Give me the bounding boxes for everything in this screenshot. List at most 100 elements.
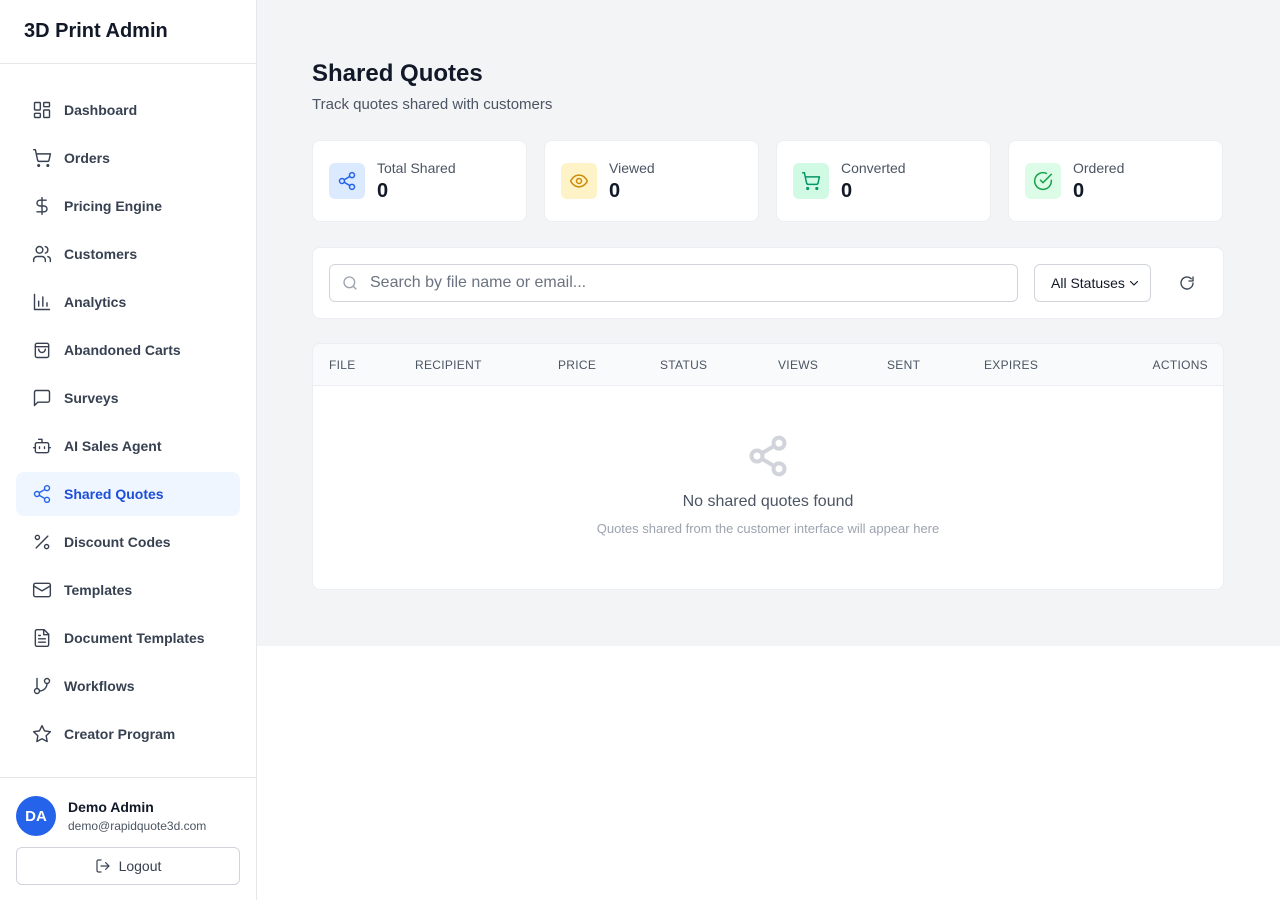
stat-card-converted: Converted 0 [776,140,991,222]
column-header-status[interactable]: STATUS [660,358,707,372]
sidebar-item-abandoned-carts[interactable]: Abandoned Carts [16,328,240,372]
message-square-icon [33,389,51,407]
page-title: Shared Quotes [312,60,483,87]
empty-state-title: No shared quotes found [682,493,854,510]
stat-text: Ordered 0 [1073,160,1124,203]
column-header-actions: ACTIONS [1152,358,1208,372]
column-header-file[interactable]: FILE [329,358,356,372]
sidebar-item-label: Orders [64,150,110,166]
sidebar-item-shared-quotes[interactable]: Shared Quotes [16,472,240,516]
stat-icon-wrap [561,163,597,199]
logout-button[interactable]: Logout [16,847,240,885]
sidebar-item-templates[interactable]: Templates [16,568,240,612]
bot-icon [32,438,52,454]
stat-text: Viewed 0 [609,160,655,203]
status-select-value: All Statuses [1051,275,1125,291]
sidebar-item-label: Customers [64,246,138,262]
sidebar-item-label: Discount Codes [64,534,171,550]
sidebar-item-creator-program[interactable]: Creator Program [16,712,240,756]
cart-icon [801,171,821,191]
column-header-price[interactable]: PRICE [558,358,596,372]
refresh-icon [1180,276,1194,290]
sidebar-item-dashboard[interactable]: Dashboard [16,88,240,132]
sidebar-item-workflows[interactable]: Workflows [16,664,240,708]
sidebar-item-label: Workflows [64,678,135,694]
filter-bar: All Statuses [312,247,1224,319]
sidebar-item-document-templates[interactable]: Document Templates [16,616,240,660]
stat-icon-wrap [1025,163,1061,199]
status-filter-select[interactable]: All Statuses [1034,264,1151,302]
sidebar-item-ai-sales-agent[interactable]: AI Sales Agent [16,424,240,468]
mail-icon [32,582,52,598]
sidebar-item-label: Dashboard [64,102,138,118]
chevron-down-icon [1129,280,1139,286]
column-header-expires[interactable]: EXPIRES [984,358,1038,372]
sidebar-item-surveys[interactable]: Surveys [16,376,240,420]
check-circle-icon [1033,171,1053,190]
user-panel: DA Demo Admin demo@rapidquote3d.com Logo… [0,777,256,885]
empty-state: No shared quotes found Quotes shared fro… [313,386,1223,536]
stats-row: Total Shared 0 Viewed 0 Converted 0 Orde… [312,140,1224,222]
stat-value: 0 [609,179,621,202]
column-header-recipient[interactable]: RECIPIENT [415,358,482,372]
stat-label: Converted [841,159,906,176]
sidebar: 3D Print Admin Dashboard Orders Pricing … [0,0,257,900]
search-icon [343,276,357,290]
stat-icon-wrap [793,163,829,199]
stat-value: 0 [377,179,389,202]
stat-label: Viewed [609,159,655,176]
user-info: DA Demo Admin demo@rapidquote3d.com [16,796,240,836]
column-header-views[interactable]: VIEWS [778,358,818,372]
sidebar-item-label: Pricing Engine [64,198,163,214]
file-text-icon [34,628,50,648]
user-details: Demo Admin demo@rapidquote3d.com [68,799,206,833]
share-icon [749,435,787,477]
sidebar-item-label: Analytics [64,294,127,310]
app-title: 3D Print Admin [0,0,256,64]
refresh-button[interactable] [1175,271,1199,295]
sidebar-item-pricing-engine[interactable]: Pricing Engine [16,184,240,228]
stat-value: 0 [1073,179,1085,202]
search-input[interactable] [330,265,1017,301]
eye-icon [569,174,589,188]
main-content: Shared Quotes Track quotes shared with c… [257,0,1280,646]
git-branch-icon [33,677,51,695]
share-icon [33,484,51,504]
sidebar-item-orders[interactable]: Orders [16,136,240,180]
dashboard-icon [33,101,51,119]
cart-icon [33,149,52,168]
empty-state-subtitle: Quotes shared from the customer interfac… [596,521,940,536]
sidebar-item-label: Surveys [64,390,119,406]
users-icon [32,245,52,263]
avatar: DA [16,796,56,836]
sidebar-nav: Dashboard Orders Pricing Engine Customer… [0,64,256,756]
dollar-icon [36,196,48,216]
percent-icon [34,534,50,550]
sidebar-item-label: Templates [64,582,133,598]
user-name: Demo Admin [68,799,154,815]
column-header-sent[interactable]: SENT [887,358,920,372]
logout-icon [95,859,110,873]
stat-label: Total Shared [377,159,456,176]
logout-label: Logout [118,858,162,874]
user-email: demo@rapidquote3d.com [68,819,207,833]
sidebar-item-analytics[interactable]: Analytics [16,280,240,324]
page-subtitle: Track quotes shared with customers [312,96,553,113]
sidebar-item-label: Abandoned Carts [64,342,181,358]
stat-value: 0 [841,179,853,202]
bar-chart-icon [33,293,51,311]
star-icon [32,724,52,743]
share-icon [338,171,356,191]
shared-quotes-table: FILE RECIPIENT PRICE STATUS VIEWS SENT E… [312,343,1224,590]
sidebar-item-discount-codes[interactable]: Discount Codes [16,520,240,564]
stat-icon-wrap [329,163,365,199]
sidebar-item-label: Document Templates [64,630,205,646]
sidebar-item-label: Creator Program [64,726,176,742]
sidebar-item-customers[interactable]: Customers [16,232,240,276]
sidebar-item-label: AI Sales Agent [64,438,162,454]
stat-text: Total Shared 0 [377,160,456,203]
sidebar-item-label: Shared Quotes [64,486,164,502]
search-box [329,264,1018,302]
stat-label: Ordered [1073,159,1125,176]
table-header: FILE RECIPIENT PRICE STATUS VIEWS SENT E… [313,344,1223,386]
